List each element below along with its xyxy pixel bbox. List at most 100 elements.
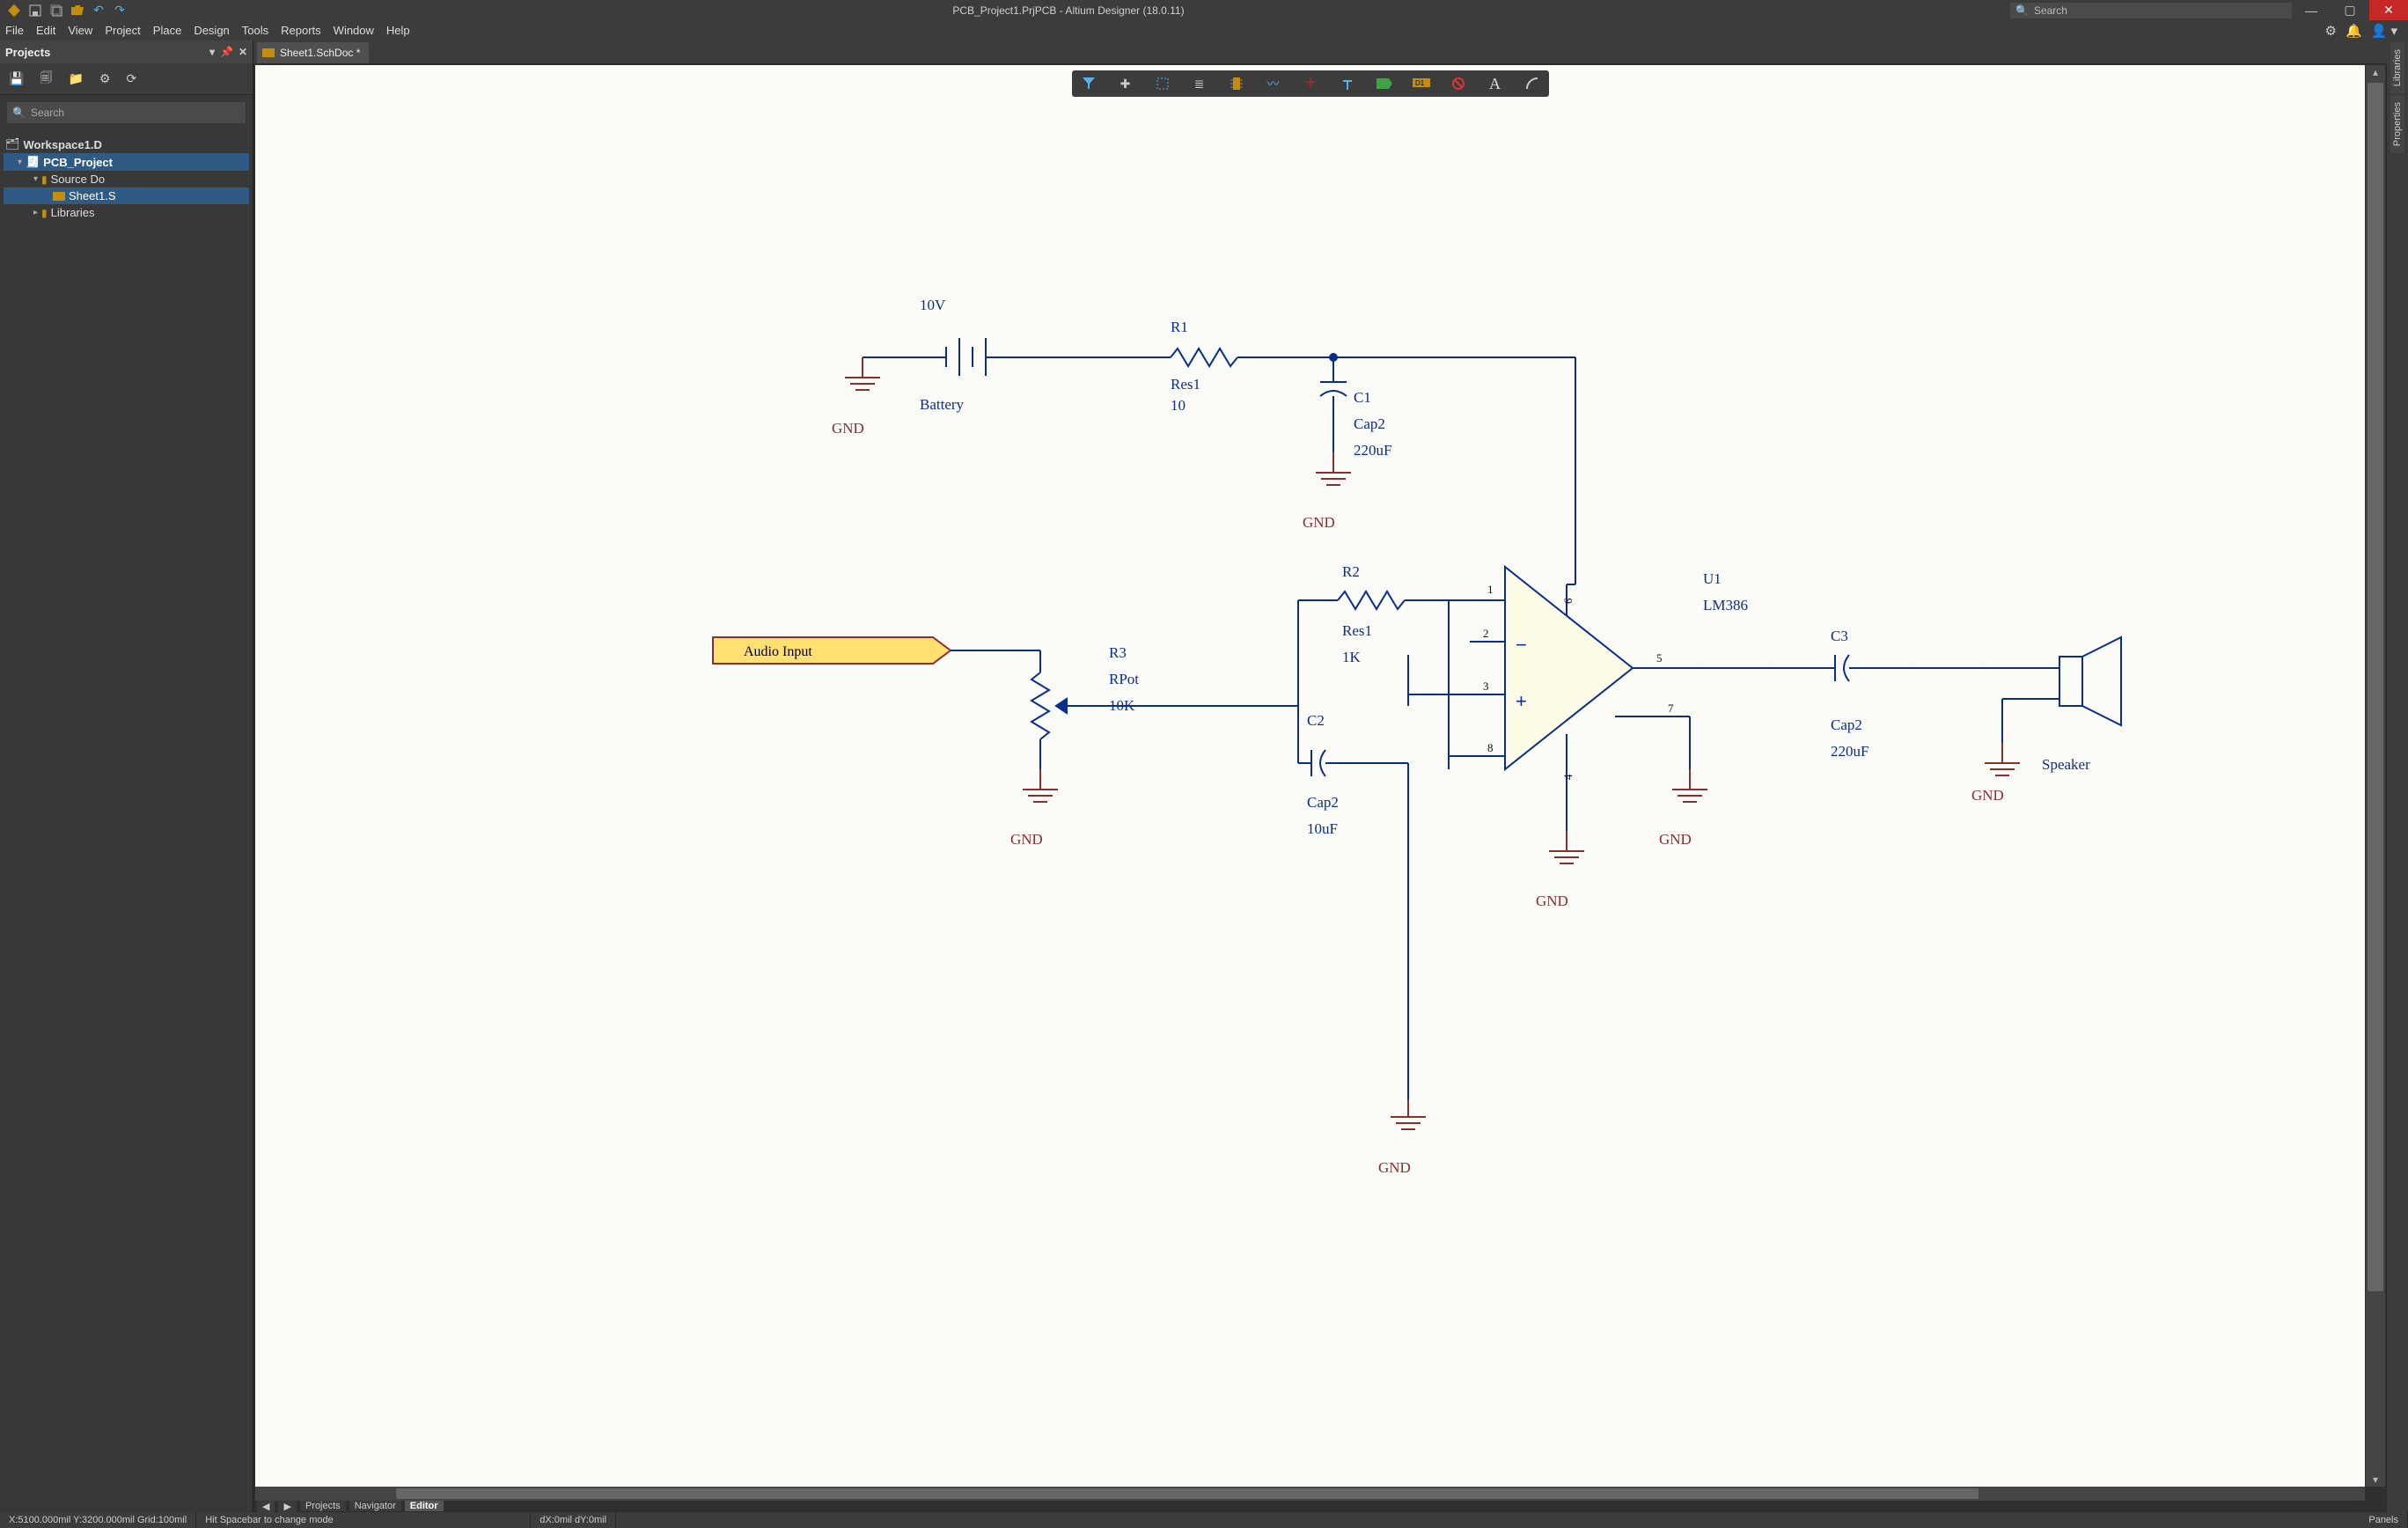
sheet-node[interactable]: Sheet1.S <box>4 187 249 204</box>
place-text-icon[interactable]: A <box>1486 74 1505 93</box>
place-gnd-icon[interactable] <box>1301 74 1320 93</box>
redo-icon[interactable]: ↷ <box>113 4 127 18</box>
status-coords: X:5100.000mil Y:3200.000mil Grid:100mil <box>0 1512 196 1528</box>
menu-tools[interactable]: Tools <box>242 24 268 37</box>
r1-component[interactable] <box>1171 349 1237 366</box>
menu-reports[interactable]: Reports <box>281 24 321 37</box>
undo-icon[interactable]: ↶ <box>92 4 106 18</box>
tool-save-icon[interactable]: 💾 <box>9 71 24 86</box>
bottom-tab-right-arrow[interactable]: ▶ <box>278 1501 296 1512</box>
r2-designator: R2 <box>1342 563 1360 580</box>
gnd-label: GND <box>1659 831 1692 848</box>
r2-name: Res1 <box>1342 622 1372 639</box>
sheet-label: Sheet1.S <box>69 189 116 202</box>
gnd-label: GND <box>1303 514 1335 531</box>
battery-designator: 10V <box>920 297 946 313</box>
battery-name: Battery <box>920 396 965 413</box>
svg-text:−: − <box>1516 634 1527 656</box>
gnd-r3[interactable] <box>1023 769 1058 802</box>
minimize-button[interactable]: — <box>2292 0 2331 20</box>
place-arc-icon[interactable] <box>1523 74 1542 93</box>
workspace-node[interactable]: 🗂 Workspace1.D <box>4 136 249 153</box>
project-node[interactable]: ▾ 🧾 PCB_Project <box>4 153 249 171</box>
speaker-name: Speaker <box>2042 756 2090 773</box>
align-icon[interactable]: ≣ <box>1190 74 1209 93</box>
battery-component[interactable] <box>946 338 986 376</box>
side-tab-libraries[interactable]: Libraries <box>2390 42 2404 93</box>
move-icon[interactable]: ✚ <box>1116 74 1135 93</box>
side-tab-properties[interactable]: Properties <box>2390 95 2404 153</box>
svg-text:D1: D1 <box>1415 79 1425 87</box>
user-icon[interactable]: 👤 ▾ <box>2371 23 2397 39</box>
projects-panel: Projects ▾ 📌 ✕ 💾 🗐 📁 ⚙ ⟳ 🔍 Search 🗂 Work… <box>0 40 253 1512</box>
title-bar: ↶ ↷ PCB_Project1.PrjPCB - Altium Designe… <box>0 0 2408 20</box>
gnd-c2[interactable] <box>1391 1099 1426 1129</box>
place-vcc-icon[interactable] <box>1338 74 1357 93</box>
gnd-pin4[interactable] <box>1549 831 1584 863</box>
u1-component[interactable] <box>1505 567 1633 769</box>
menu-view[interactable]: View <box>68 24 92 37</box>
projects-search[interactable]: 🔍 Search <box>7 102 246 123</box>
save-icon[interactable] <box>28 4 42 18</box>
bottom-tab-projects[interactable]: Projects <box>300 1501 346 1511</box>
libraries-node[interactable]: ▸ ▮ Libraries <box>4 204 249 221</box>
bottom-tab-navigator[interactable]: Navigator <box>349 1501 401 1511</box>
folder-icon: ▮ <box>41 207 48 219</box>
menu-window[interactable]: Window <box>334 24 374 37</box>
gnd-battery[interactable] <box>845 357 880 390</box>
c3-component[interactable] <box>1835 655 1849 681</box>
save-all-icon[interactable] <box>49 4 63 18</box>
settings-icon[interactable]: ⚙ <box>2324 23 2336 39</box>
global-search[interactable]: 🔍 Search <box>2010 3 2292 18</box>
r3-designator: R3 <box>1109 644 1127 661</box>
place-netlabel-icon[interactable]: D1 <box>1412 74 1431 93</box>
libraries-label: Libraries <box>51 206 95 219</box>
r3-component[interactable] <box>1031 672 1083 739</box>
gnd-pin7[interactable] <box>1672 769 1707 802</box>
menu-place[interactable]: Place <box>153 24 182 37</box>
bottom-tab-editor[interactable]: Editor <box>405 1501 444 1511</box>
menu-project[interactable]: Project <box>105 24 140 37</box>
menu-help[interactable]: Help <box>386 24 410 37</box>
place-part-icon[interactable] <box>1227 74 1246 93</box>
place-noerc-icon[interactable] <box>1449 74 1468 93</box>
menu-edit[interactable]: Edit <box>36 24 55 37</box>
tool-compile-icon[interactable]: 🗐 <box>40 69 52 90</box>
panel-menu-icon[interactable]: ▾ <box>209 46 215 58</box>
tool-folder-icon[interactable]: 📁 <box>68 71 83 86</box>
speaker-component[interactable] <box>2059 637 2121 725</box>
close-button[interactable]: ✕ <box>2369 0 2408 20</box>
menu-bar: File Edit View Project Place Design Tool… <box>0 20 2408 40</box>
chevron-right-icon: ▸ <box>33 208 38 217</box>
tool-settings-icon[interactable]: ⚙ <box>99 71 111 86</box>
doc-tab-sheet1[interactable]: Sheet1.SchDoc * <box>257 42 369 63</box>
r2-component[interactable] <box>1338 591 1405 609</box>
tool-refresh-icon[interactable]: ⟳ <box>126 71 136 86</box>
gnd-c1[interactable] <box>1316 452 1351 485</box>
c1-designator: C1 <box>1354 389 1371 406</box>
maximize-button[interactable]: ▢ <box>2331 0 2369 20</box>
panel-close-icon[interactable]: ✕ <box>239 46 247 58</box>
place-port-icon[interactable] <box>1375 74 1394 93</box>
filter-icon[interactable] <box>1079 74 1098 93</box>
place-wire-icon[interactable]: 〰 <box>1264 74 1283 93</box>
panel-pin-icon[interactable]: 📌 <box>220 46 233 58</box>
status-panels[interactable]: Panels <box>2360 1512 2408 1528</box>
c1-component[interactable] <box>1320 382 1347 396</box>
r3-name: RPot <box>1109 671 1139 687</box>
select-icon[interactable] <box>1153 74 1172 93</box>
editor-area: Sheet1.SchDoc * ✚ ≣ 〰 D1 A <box>253 40 2387 1512</box>
status-hint: Hit Spacebar to change mode <box>196 1512 531 1528</box>
schematic-canvas[interactable]: ✚ ≣ 〰 D1 A <box>255 65 2365 1487</box>
menu-design[interactable]: Design <box>194 24 229 37</box>
horizontal-scrollbar[interactable] <box>255 1487 2365 1501</box>
source-docs-node[interactable]: ▾ ▮ Source Do <box>4 171 249 187</box>
gnd-speaker[interactable] <box>1985 743 2020 775</box>
c2-component[interactable] <box>1311 750 1325 776</box>
menu-file[interactable]: File <box>5 24 24 37</box>
source-docs-label: Source Do <box>51 173 105 186</box>
vertical-scrollbar[interactable] <box>2366 65 2385 1487</box>
bottom-tab-left-arrow[interactable]: ◀ <box>257 1501 275 1512</box>
notifications-icon[interactable]: 🔔 <box>2346 23 2362 39</box>
open-icon[interactable] <box>70 4 84 18</box>
